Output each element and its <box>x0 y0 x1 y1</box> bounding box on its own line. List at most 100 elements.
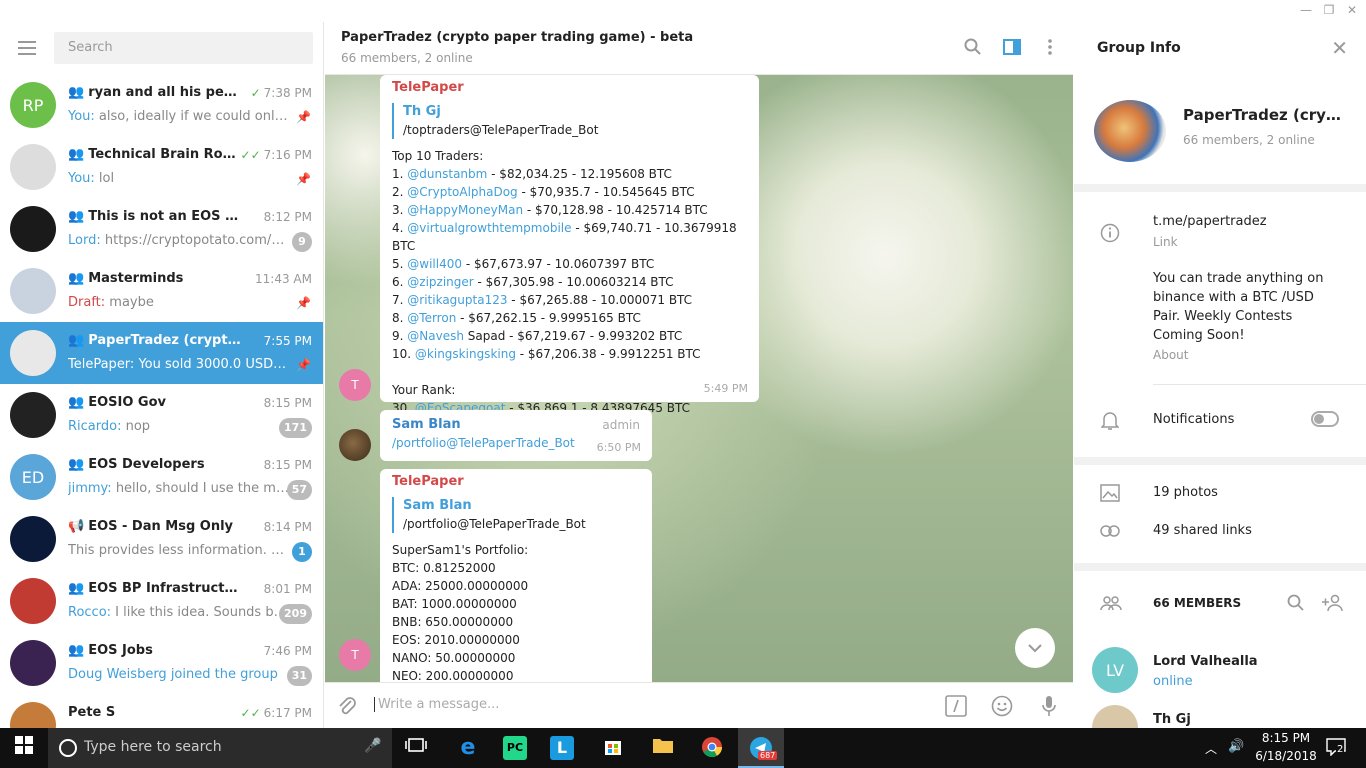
quote-text: /toptraders@TelePaperTrade_Bot <box>403 123 599 137</box>
group-icon: 👥 <box>68 85 85 100</box>
member-item[interactable]: LV Lord Valhealla online <box>1074 647 1366 701</box>
shared-links-count[interactable]: 49 shared links <box>1153 523 1252 538</box>
quote-author: Th Gj <box>403 104 441 119</box>
bell-icon <box>1100 411 1120 431</box>
add-member-icon[interactable] <box>1321 594 1345 614</box>
draft-label: Draft: <box>68 295 106 310</box>
pin-icon: 📌 <box>296 296 311 310</box>
conversation-title[interactable]: PaperTradez (crypto paper trading game) … <box>341 30 693 45</box>
trader-link[interactable]: @Terron <box>407 311 456 325</box>
group-link[interactable]: t.me/papertradez <box>1153 214 1267 229</box>
chat-list-item[interactable]: 👥 This is not an EOS ad 8:12 PM Lord: https… <box>0 198 323 260</box>
close-window-button[interactable]: ✕ <box>1342 3 1362 19</box>
attach-icon[interactable] <box>336 695 358 717</box>
chat-name: Pete S <box>68 705 116 720</box>
chrome-icon[interactable] <box>700 736 724 760</box>
edge-browser-icon[interactable]: e <box>456 736 480 760</box>
trader-row: 9. @Navesh Sapad - $67,219.67 - 9.993202… <box>392 329 683 343</box>
more-options-icon[interactable] <box>1040 38 1060 58</box>
search-icon[interactable] <box>963 38 983 58</box>
chat-list-item[interactable]: 👥 EOS Jobs 7:46 PM Doug Weisberg joined the… <box>0 632 323 694</box>
chat-list-item[interactable]: 📢 EOS - Dan Msg Only 8:14 PM This provides … <box>0 508 323 570</box>
notifications-toggle[interactable] <box>1311 411 1339 427</box>
emoji-icon[interactable] <box>991 695 1013 717</box>
task-view-icon[interactable] <box>404 736 428 760</box>
message-input[interactable]: Write a message... <box>374 697 499 712</box>
volume-icon[interactable]: 🔊 <box>1228 739 1244 754</box>
link-label: Link <box>1153 235 1178 249</box>
group-details: t.me/papertradez Link You can trade anyt… <box>1074 192 1366 457</box>
photos-count[interactable]: 19 photos <box>1153 485 1218 500</box>
chat-name: 👥 EOSIO Gov <box>68 395 166 410</box>
chat-list-item[interactable]: ED 👥 EOS Developers 8:15 PM jimmy: hello, sh… <box>0 446 323 508</box>
chat-list-item[interactable]: RP 👥ryan and all his perso... ✓7:38 PM You:… <box>0 74 323 136</box>
trader-link[interactable]: @HappyMoneyMan <box>407 203 523 217</box>
portfolio-line: NANO: 50.00000000 <box>392 651 516 665</box>
avatar[interactable]: T <box>339 639 371 671</box>
scroll-down-button[interactable] <box>1015 628 1055 668</box>
avatar[interactable]: T <box>339 369 371 401</box>
chat-preview: You: lol <box>68 171 115 186</box>
menu-icon[interactable] <box>18 41 36 55</box>
action-center-icon[interactable]: 2 <box>1326 738 1346 760</box>
chat-name: 👥 Masterminds <box>68 271 184 286</box>
windows-start-icon[interactable] <box>12 736 36 760</box>
pycharm-icon[interactable]: PC <box>503 736 527 760</box>
chat-list-item[interactable]: 👥 EOSIO Gov 8:15 PM Ricardo: nop 171 <box>0 384 323 446</box>
chat-name: 👥 This is not an EOS ad <box>68 209 243 224</box>
group-name: PaperTradez (crypt... <box>1183 106 1348 124</box>
reply-quote[interactable]: Sam Blan /portfolio@TelePaperTrade_Bot <box>392 497 640 533</box>
cortana-icon <box>59 739 77 757</box>
chat-preview: Ricardo: nop <box>68 419 151 434</box>
group-avatar[interactable] <box>1094 100 1166 162</box>
trader-link[interactable]: @CryptoAlphaDog <box>407 185 517 199</box>
chat-list-panel: Search RP 👥ryan and all his perso... ✓7:38… <box>0 22 324 728</box>
taskbar-search[interactable]: Type here to search 🎤 <box>48 728 392 768</box>
trader-link[interactable]: @will400 <box>407 257 462 271</box>
chat-list-item[interactable]: 👥 Technical Brain Room ✓✓ 7:16 PM You: lol 📌 <box>0 136 323 198</box>
avatar[interactable] <box>339 429 371 461</box>
trader-row: 3. @HappyMoneyMan - $70,128.98 - 10.4257… <box>392 203 708 217</box>
bot-commands-icon[interactable] <box>945 695 967 717</box>
avatar: RP <box>10 82 56 128</box>
portfolio-line: NEO: 200.00000000 <box>392 669 514 682</box>
telegram-taskbar-button[interactable]: 687 <box>738 728 784 768</box>
message-sender[interactable]: TelePaper <box>392 79 747 97</box>
trader-link[interactable]: @virtualgrowthtempmobile <box>407 221 571 235</box>
chat-preview: TelePaper: You sold 3000.0 USDT for... <box>68 357 290 372</box>
clock-time[interactable]: 8:15 PM <box>1254 731 1318 745</box>
trader-link[interactable]: @ritikagupta123 <box>407 293 507 307</box>
group-members-count: 66 members, 2 online <box>1183 133 1315 147</box>
chat-list-item[interactable]: 👥 EOS BP Infrastructure 8:01 PM Rocco: I li… <box>0 570 323 632</box>
message-time: 5:49 PM <box>703 382 748 395</box>
microphone-icon[interactable] <box>1038 695 1060 717</box>
chevron-up-icon[interactable]: ︿ <box>1205 740 1217 757</box>
l-app-icon[interactable]: L <box>550 736 574 760</box>
clock-date[interactable]: 6/18/2018 <box>1254 749 1318 763</box>
minimize-button[interactable]: — <box>1296 3 1316 19</box>
chat-time: 7:55 PM <box>263 334 312 348</box>
message-sender[interactable]: TelePaper <box>392 473 640 491</box>
trader-link[interactable]: @Navesh <box>407 329 464 343</box>
search-input[interactable]: Search <box>54 32 313 64</box>
search-icon[interactable] <box>1286 594 1306 614</box>
member-item[interactable]: Th Gj online <box>1074 705 1366 728</box>
trader-link[interactable]: @kingskingsking <box>415 347 516 361</box>
trader-link[interactable]: @zipzinger <box>407 275 473 289</box>
store-icon[interactable] <box>601 736 625 760</box>
sidebar-toggle-icon[interactable] <box>1002 38 1022 58</box>
chat-sender: Lord: <box>68 233 101 248</box>
close-icon[interactable]: ✕ <box>1331 36 1348 60</box>
message-sender[interactable]: Sam Blan <box>392 417 461 432</box>
file-explorer-icon[interactable] <box>651 736 675 760</box>
chat-preview: Draft: maybe <box>68 295 154 310</box>
chat-list-item[interactable]: 👥 Masterminds 11:43 AM Draft: maybe 📌 <box>0 260 323 322</box>
trader-link[interactable]: @dunstanbm <box>407 167 487 181</box>
microphone-icon[interactable]: 🎤 <box>364 738 381 754</box>
maximize-button[interactable]: ❐ <box>1319 3 1339 19</box>
chat-list-item[interactable]: 👥PaperTradez (crypto pape... 7:55 PM TeleP… <box>0 322 323 384</box>
message-bubble: Sam Blan admin /portfolio@TelePaperTrade_… <box>380 410 652 461</box>
reply-quote[interactable]: Th Gj /toptraders@TelePaperTrade_Bot <box>392 103 747 139</box>
chat-list-item[interactable]: Pete S ✓✓ 6:17 PM <box>0 694 323 728</box>
chat-name: 👥 EOS BP Infrastructure <box>68 581 243 596</box>
